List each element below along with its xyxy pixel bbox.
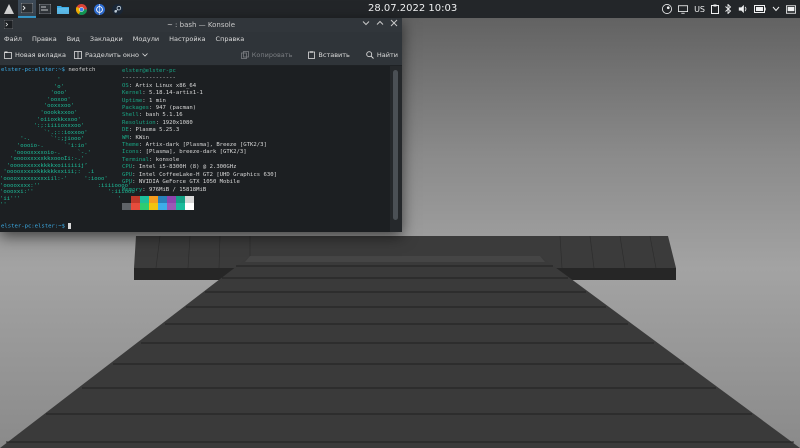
- terminal-task-icon[interactable]: [36, 0, 54, 18]
- split-view-label: Разделить окно: [84, 51, 139, 59]
- info-row: OS: Artix Linux x86_64: [122, 82, 197, 89]
- color-swatch: [176, 196, 185, 203]
- color-swatch: [167, 203, 176, 210]
- info-row: Terminal: konsole: [122, 156, 180, 163]
- info-row: CPU: Intel i5-8300H (8) @ 2.300GHz: [122, 164, 237, 171]
- color-swatch: [131, 196, 140, 203]
- menu-edit[interactable]: Правка: [32, 35, 57, 43]
- color-swatch: [185, 196, 194, 203]
- copy-label: Копировать: [251, 51, 293, 59]
- split-view-button[interactable]: Разделить окно: [74, 51, 148, 59]
- prompt-text: elster-pc:elster:~$: [1, 223, 65, 230]
- menu-file[interactable]: Файл: [4, 35, 22, 43]
- copy-icon: [240, 51, 249, 59]
- show-desktop-icon[interactable]: [786, 0, 796, 18]
- info-row: Uptime: 1 min: [122, 97, 166, 104]
- clipboard-tray-icon[interactable]: [711, 0, 719, 18]
- command-text: neofetch: [68, 67, 96, 73]
- find-label: Найти: [376, 51, 398, 59]
- volume-tray-icon[interactable]: [738, 0, 748, 18]
- prompt-line: elster-pc:elster:~$ neofetch: [1, 67, 95, 73]
- paste-icon: [308, 51, 316, 59]
- terminal-scrollbar[interactable]: [390, 66, 402, 232]
- color-swatch: [149, 203, 158, 210]
- menu-bar: Файл Правка Вид Закладки Модули Настройк…: [0, 32, 402, 45]
- expand-tray-icon[interactable]: [772, 0, 780, 18]
- color-swatch: [122, 196, 131, 203]
- info-row: Resolution: 1920x1080: [122, 119, 193, 126]
- paste-button[interactable]: Вставить: [308, 51, 350, 59]
- copy-button[interactable]: Копировать: [240, 51, 293, 59]
- toolbar: Новая вкладка Разделить окно Копировать …: [0, 45, 402, 66]
- color-swatch: [149, 196, 158, 203]
- menu-view[interactable]: Вид: [67, 35, 80, 43]
- minimize-icon[interactable]: [362, 19, 370, 29]
- new-tab-icon: [4, 51, 12, 59]
- palette-row-bright: [122, 203, 194, 210]
- menu-help[interactable]: Справка: [216, 35, 245, 43]
- menu-settings[interactable]: Настройка: [169, 35, 205, 43]
- color-palette: [122, 196, 194, 210]
- color-swatch: [167, 196, 176, 203]
- info-separator: ----------------: [122, 75, 176, 82]
- color-swatch: [158, 203, 167, 210]
- browser-task-icon[interactable]: [90, 0, 108, 18]
- top-panel: 28.07.2022 10:03 US: [0, 0, 800, 18]
- menu-bookmarks[interactable]: Закладки: [90, 35, 123, 43]
- split-view-icon: [74, 51, 82, 59]
- steam-tray-icon[interactable]: [662, 0, 673, 18]
- file-manager-task-icon[interactable]: [54, 0, 72, 18]
- prompt-text: elster-pc:elster:~$: [1, 67, 65, 73]
- palette-row-normal: [122, 196, 194, 203]
- konsole-window: ~ : bash — Konsole Файл Правка Вид Закла…: [0, 18, 402, 232]
- search-icon: [366, 51, 374, 59]
- text-cursor: [68, 223, 72, 229]
- new-tab-button[interactable]: Новая вкладка: [4, 51, 66, 59]
- system-tray: US: [662, 0, 796, 18]
- display-tray-icon[interactable]: [678, 0, 689, 18]
- app-launcher-icon[interactable]: [0, 0, 18, 18]
- clock[interactable]: 28.07.2022 10:03: [368, 0, 457, 18]
- find-button[interactable]: Найти: [366, 51, 398, 59]
- maximize-icon[interactable]: [376, 19, 384, 29]
- keyboard-layout-indicator[interactable]: US: [694, 0, 705, 18]
- color-swatch: [122, 203, 131, 210]
- color-swatch: [158, 196, 167, 203]
- konsole-window-icon[interactable]: [3, 19, 14, 31]
- color-swatch: [140, 196, 149, 203]
- window-titlebar[interactable]: ~ : bash — Konsole: [0, 18, 402, 32]
- info-header: elster@elster-pc: [122, 68, 176, 74]
- bluetooth-tray-icon[interactable]: [725, 0, 732, 18]
- info-row: GPU: NVIDIA GeForce GTX 1050 Mobile: [122, 179, 240, 186]
- steam-task-icon[interactable]: [108, 0, 126, 18]
- konsole-task-icon[interactable]: [18, 0, 36, 18]
- color-swatch: [140, 203, 149, 210]
- info-row: Memory: 976MiB / 15818MiB: [122, 186, 207, 193]
- color-swatch: [131, 203, 140, 210]
- info-row: WM: KWin: [122, 134, 149, 141]
- info-row: Kernel: 5.18.14-artix1-1: [122, 90, 203, 97]
- chevron-down-icon: [142, 53, 148, 57]
- prompt-line-current: elster-pc:elster:~$: [1, 223, 72, 230]
- terminal-area[interactable]: elster-pc:elster:~$ neofetch ' 'o' 'ooo'…: [0, 66, 390, 232]
- scrollbar-thumb[interactable]: [393, 70, 398, 220]
- new-tab-label: Новая вкладка: [15, 51, 66, 59]
- paste-label: Вставить: [318, 51, 350, 59]
- artix-ascii-logo: ' 'o' 'ooo' 'ooxoo' 'ooxxxoo' 'oookkxxoo…: [0, 77, 139, 209]
- info-row: Theme: Artix-dark [Plasma], Breeze [GTK2…: [122, 142, 267, 149]
- info-row: Packages: 947 (pacman): [122, 105, 197, 112]
- color-swatch: [185, 203, 194, 210]
- window-title: ~ : bash — Konsole: [166, 21, 236, 29]
- info-row: Icons: [Plasma], breeze-dark [GTK2/3]: [122, 149, 247, 156]
- color-swatch: [176, 203, 185, 210]
- info-row: DE: Plasma 5.25.3: [122, 127, 180, 134]
- close-icon[interactable]: [390, 19, 398, 29]
- info-row: GPU: Intel CoffeeLake-H GT2 [UHD Graphic…: [122, 171, 277, 178]
- chrome-task-icon[interactable]: [72, 0, 90, 18]
- menu-plugins[interactable]: Модули: [133, 35, 159, 43]
- info-row: Shell: bash 5.1.16: [122, 112, 183, 119]
- battery-tray-icon[interactable]: [754, 0, 766, 18]
- system-info: elster@elster-pc ---------------- OS: Ar…: [122, 68, 277, 194]
